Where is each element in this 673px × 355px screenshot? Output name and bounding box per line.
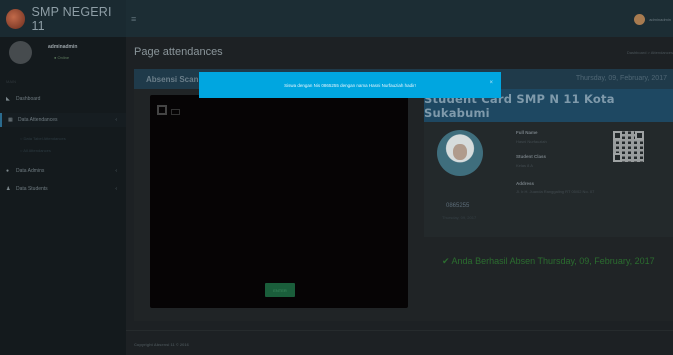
- sidebar-item-label: Data Attendances: [18, 117, 58, 123]
- sidebar-item-label: Data Admins: [16, 168, 45, 174]
- full-name-value: Hasni Nurfauziah: [516, 139, 547, 144]
- school-logo: [6, 8, 26, 29]
- close-icon[interactable]: ×: [489, 80, 493, 86]
- user-name: adminadmin: [48, 44, 78, 50]
- online-status: ● Online: [54, 55, 70, 60]
- footer-copyright: Copyright Absensi 11 © 2016: [134, 342, 189, 347]
- panel-body: ENTER Student Card SMP N 11 Kota Sukabum…: [134, 89, 673, 321]
- breadcrumb[interactable]: Dashboard > Attendances: [627, 50, 673, 55]
- panel-date: Thursday, 09, February, 2017: [575, 75, 667, 82]
- enter-button[interactable]: ENTER: [265, 283, 295, 297]
- student-card: Student Card SMP N 11 Kota Sukabumi 0865…: [424, 89, 673, 237]
- chevron-left-icon: ‹: [115, 117, 117, 123]
- address-value: Jl. Ir.H. Juanda Ranggaling RT 05/02 No.…: [516, 189, 595, 194]
- sidebar-item-attendances[interactable]: ▦ Data Attendances ‹: [0, 113, 126, 127]
- sidebar-item-admins[interactable]: ● Data Admins ‹: [0, 164, 126, 178]
- dashboard-icon: ◣: [6, 96, 10, 102]
- sidebar-item-dashboard[interactable]: ◣ Dashboard: [0, 92, 126, 106]
- sidebar-item-students[interactable]: ♟ Data Students ‹: [0, 182, 126, 196]
- student-qr-code: [613, 131, 644, 162]
- full-name-label: Full Name: [516, 130, 538, 135]
- brand[interactable]: SMP NEGERI 11: [0, 0, 126, 37]
- chevron-left-icon: ‹: [115, 186, 117, 192]
- qr-icon[interactable]: [157, 105, 167, 115]
- class-label: Student Class: [516, 154, 547, 159]
- username: adminadmin: [649, 17, 671, 22]
- user-menu[interactable]: adminadmin: [634, 14, 671, 25]
- sidebar-subitem-all[interactable]: ○ All Attendances: [20, 148, 51, 153]
- users-icon: ♟: [6, 186, 11, 192]
- address-label: Address: [516, 181, 535, 186]
- top-navbar: SMP NEGERI 11 ≡ adminadmin: [0, 0, 673, 37]
- sidebar-item-label: Data Students: [16, 186, 48, 192]
- class-value: Kelas 8 A: [516, 163, 533, 168]
- success-message: ✔ Anda Berhasil Absen Thursday, 09, Febru…: [442, 256, 655, 267]
- sidebar-header: MAIN: [6, 79, 16, 84]
- check-icon: ✔: [442, 256, 450, 266]
- panel-title: Absensi Scan: [146, 75, 199, 84]
- sidebar: adminadmin ● Online MAIN ◣ Dashboard ▦ D…: [0, 37, 126, 355]
- attendance-alert: Siswa dengan Nis 0865255 dengan nama Has…: [199, 72, 501, 98]
- brand-title: SMP NEGERI 11: [31, 4, 112, 33]
- camera-preview: ENTER: [150, 95, 408, 308]
- sidebar-item-label: Dashboard: [16, 96, 41, 102]
- nis-date: Thursday, 09, 2017: [442, 215, 477, 220]
- student-photo: [437, 130, 483, 176]
- success-text: Anda Berhasil Absen Thursday, 09, Februa…: [451, 256, 655, 266]
- calendar-icon: ▦: [8, 117, 13, 123]
- student-nis: 0865255: [446, 203, 470, 209]
- avatar: [9, 41, 32, 64]
- avatar: [634, 14, 646, 25]
- footer-divider: [126, 330, 673, 331]
- page-title: Page attendances: [134, 46, 223, 58]
- bars-icon[interactable]: ≡: [131, 14, 136, 24]
- user-panel: adminadmin ● Online: [0, 37, 126, 70]
- chevron-left-icon: ‹: [115, 168, 117, 174]
- image-icon[interactable]: [171, 109, 180, 115]
- sidebar-subitem-table[interactable]: ○ Data Tabel Attendances: [20, 136, 66, 141]
- alert-text: Siswa dengan Nis 0865255 dengan nama Has…: [284, 82, 416, 88]
- user-icon: ●: [6, 168, 10, 174]
